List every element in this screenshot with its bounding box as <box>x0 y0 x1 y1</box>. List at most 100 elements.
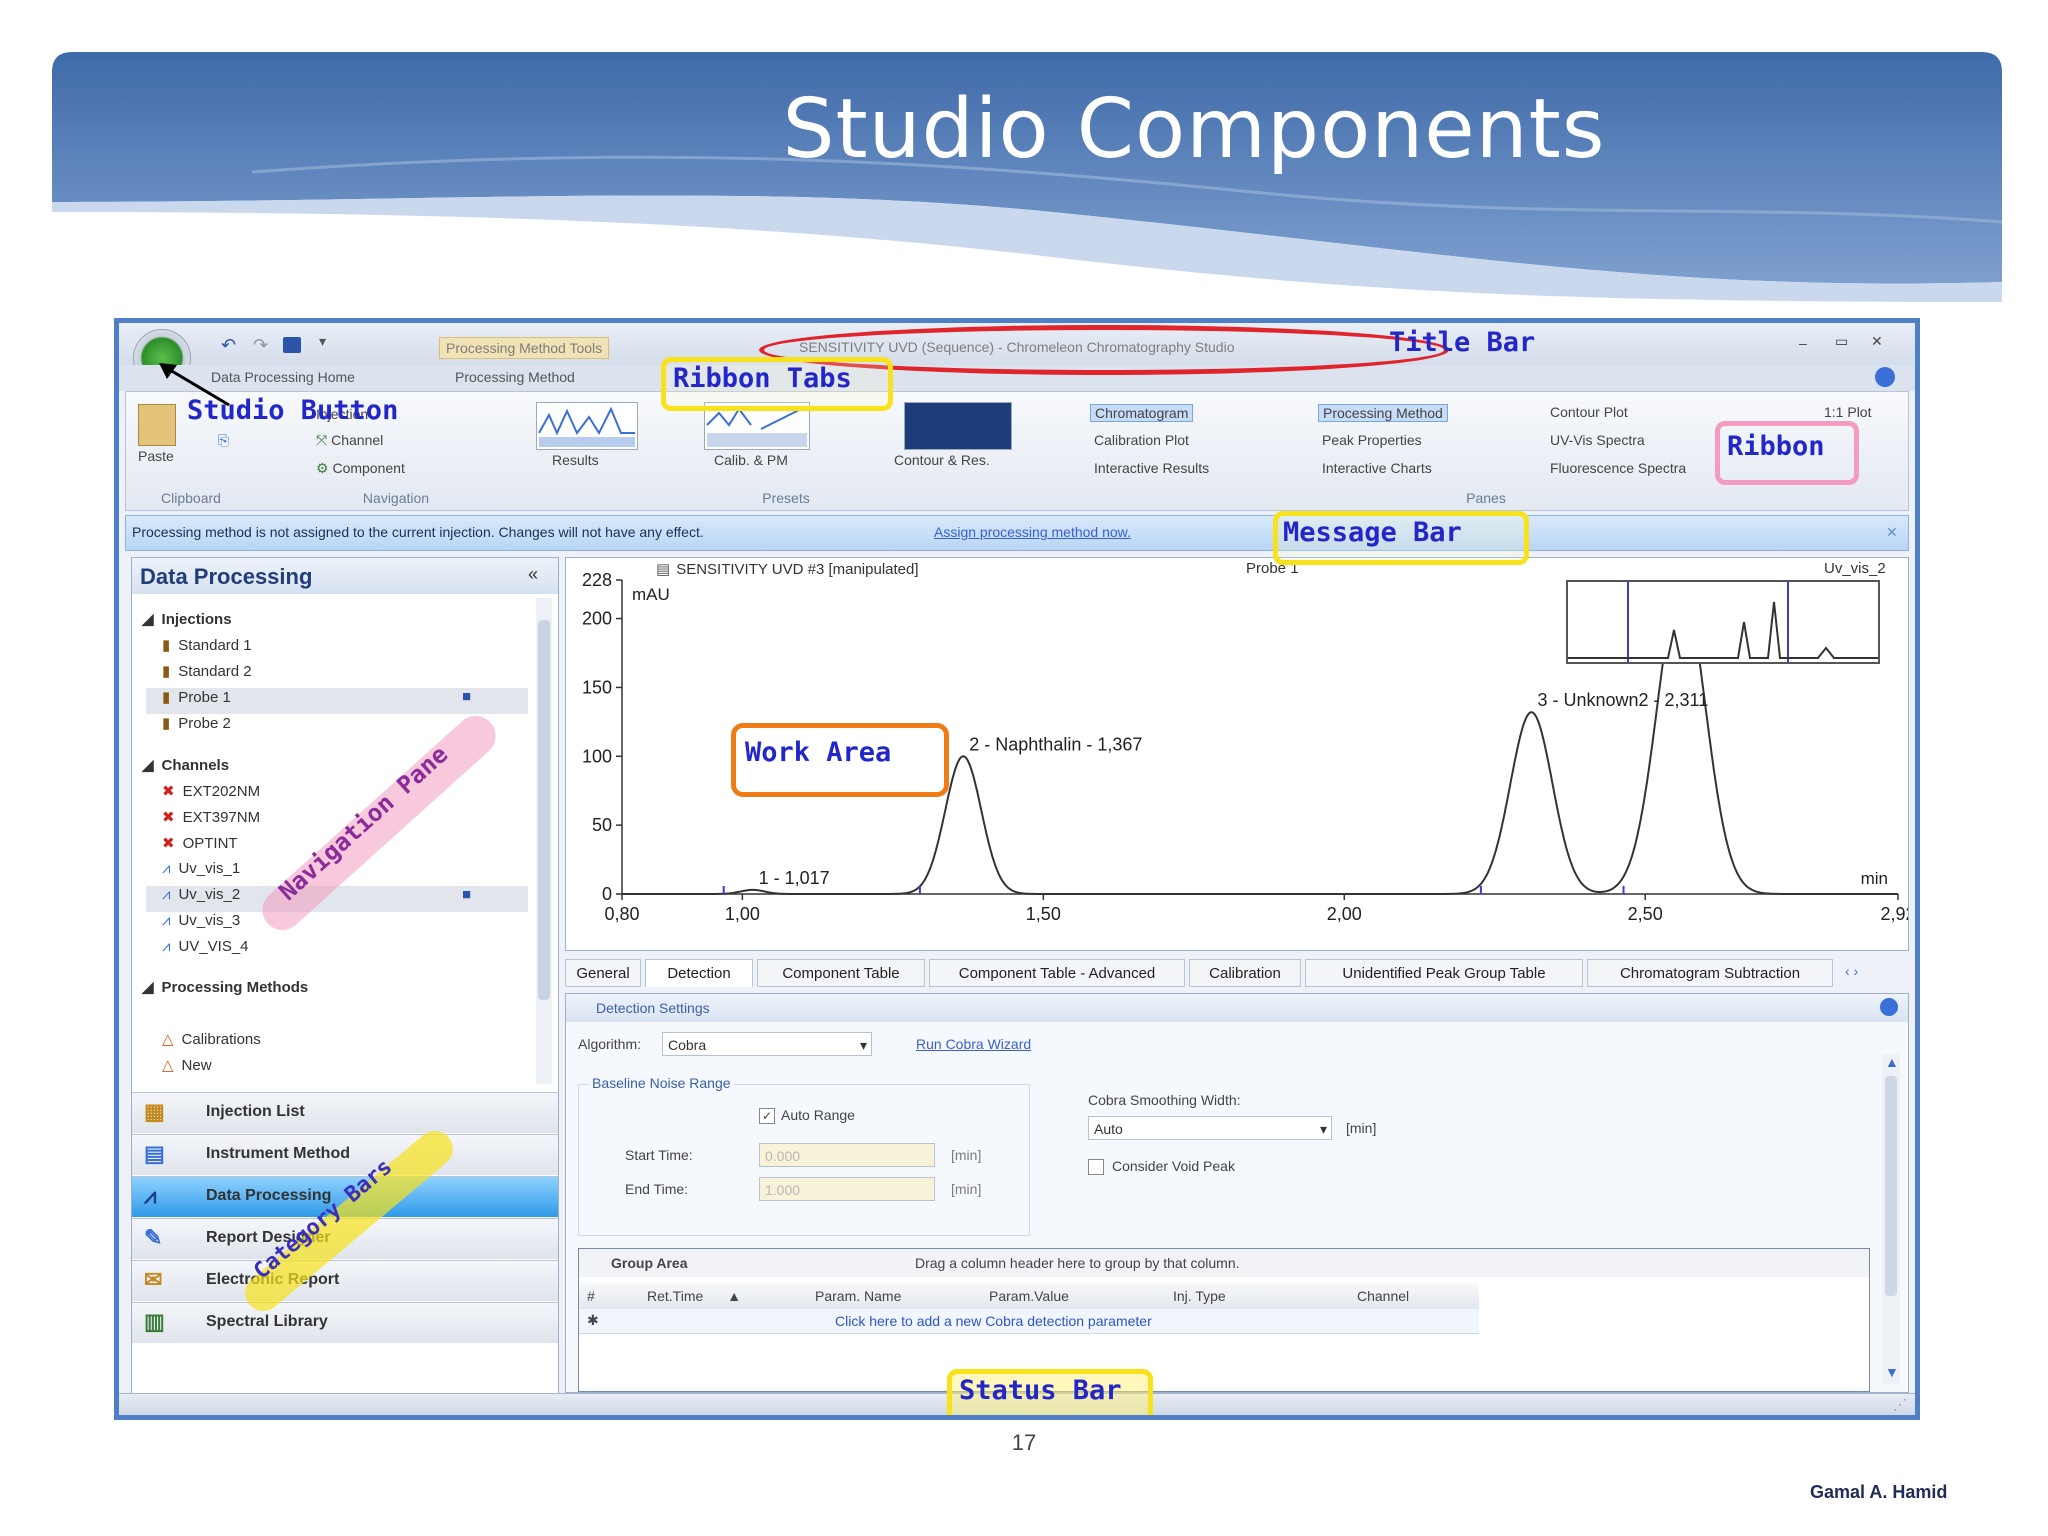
category-electronic-report[interactable]: ✉ Electronic Report <box>132 1260 558 1301</box>
end-time-input[interactable]: 1.000 <box>759 1177 935 1201</box>
channel-uv-vis-3[interactable]: ⩘ Uv_vis_3 <box>162 912 240 938</box>
col-param-name[interactable]: Param. Name <box>815 1288 901 1304</box>
algorithm-select[interactable]: Cobra ▾ <box>662 1032 872 1056</box>
nav-scroll-thumb[interactable] <box>538 620 550 1000</box>
collapse-section-icon[interactable] <box>1880 998 1898 1016</box>
run-cobra-wizard-link[interactable]: Run Cobra Wizard <box>916 1036 1031 1052</box>
nav-channel[interactable]: ⤧ Channel <box>316 432 383 449</box>
chromatogram-title: ▤ SENSITIVITY UVD #3 [manipulated] <box>656 560 919 578</box>
channel-optint[interactable]: ✖ OPTINT <box>162 834 238 860</box>
void-peak-checkbox[interactable]: Consider Void Peak <box>1088 1158 1235 1176</box>
tab-detection[interactable]: Detection <box>645 959 753 987</box>
pane-contour-plot[interactable]: Contour Plot <box>1550 404 1628 420</box>
injection-probe-1[interactable]: ▮ Probe 1 ■ <box>146 688 528 714</box>
start-time-label: Start Time: <box>625 1147 693 1163</box>
injection-standard-1[interactable]: ▮ Standard 1 <box>162 636 252 662</box>
smoothing-width-label: Cobra Smoothing Width: <box>1088 1092 1241 1108</box>
scroll-up-icon[interactable]: ▲ <box>1885 1054 1899 1070</box>
pane-1-1-plot[interactable]: 1:1 Plot <box>1824 404 1871 420</box>
injections-header[interactable]: ◢ Injections <box>132 610 232 636</box>
pane-chromatogram[interactable]: Chromatogram <box>1090 404 1194 422</box>
preset-contour-res[interactable]: Contour & Res. <box>894 452 990 468</box>
add-parameter-prompt[interactable]: Click here to add a new Cobra detection … <box>835 1313 1152 1329</box>
title-bar-annotation: Title Bar <box>1389 327 1536 358</box>
tab-processing-method[interactable]: Processing Method <box>455 369 575 385</box>
nav-component[interactable]: ⚙ Component <box>316 460 405 477</box>
nav-scrollbar[interactable] <box>536 598 552 1084</box>
category-injection-list[interactable]: ▦ Injection List <box>132 1092 558 1133</box>
message-bar: Processing method is not assigned to the… <box>125 515 1909 551</box>
tab-scroll-arrows-icon[interactable]: ‹ › <box>1845 963 1858 979</box>
tab-general[interactable]: General <box>565 959 641 987</box>
methods-header-label: Processing Methods <box>161 979 309 996</box>
message-bar-annotation: Message Bar <box>1283 517 1462 548</box>
channel-uv-vis-4[interactable]: ⩘ UV_VIS_4 <box>162 938 249 964</box>
pane-fluorescence-spectra[interactable]: Fluorescence Spectra <box>1550 460 1686 476</box>
pane-interactive-results[interactable]: Interactive Results <box>1094 460 1209 476</box>
channel-uv-vis-2[interactable]: ⩘ Uv_vis_2 ■ <box>146 886 528 912</box>
detection-scroll-thumb[interactable] <box>1885 1076 1897 1296</box>
methods-header[interactable]: ◢ Processing Methods <box>132 978 308 1004</box>
save-icon[interactable] <box>283 337 301 353</box>
assign-method-link[interactable]: Assign processing method now. <box>934 524 1131 540</box>
col-number[interactable]: # <box>587 1288 595 1304</box>
col-ret-time[interactable]: Ret.Time ▲ <box>647 1288 741 1304</box>
tab-component-table-advanced[interactable]: Component Table - Advanced <box>929 959 1185 987</box>
method-new[interactable]: △ New <box>162 1056 212 1082</box>
preset-calib-pm[interactable]: Calib. & PM <box>714 452 788 468</box>
col-inj-type[interactable]: Inj. Type <box>1173 1288 1226 1304</box>
pane-uv-vis-spectra[interactable]: UV-Vis Spectra <box>1550 432 1645 448</box>
tab-component-table[interactable]: Component Table <box>757 959 925 987</box>
redo-icon[interactable]: ↷ <box>253 335 268 356</box>
tab-unidentified-peak-group-table[interactable]: Unidentified Peak Group Table <box>1305 959 1583 987</box>
start-time-input[interactable]: 0.000 <box>759 1143 935 1167</box>
status-bar-annotation: Status Bar <box>959 1375 1122 1406</box>
collapse-pane-icon[interactable]: « <box>528 564 538 585</box>
paste-button[interactable]: Paste <box>138 448 174 464</box>
pane-interactive-charts[interactable]: Interactive Charts <box>1322 460 1432 476</box>
uv-channel-icon: ⩘ <box>162 886 171 903</box>
help-icon[interactable] <box>1875 367 1895 387</box>
message-text: Processing method is not assigned to the… <box>132 524 704 540</box>
qat-dropdown-icon[interactable]: ▾ <box>319 333 326 350</box>
copy-icon[interactable]: ⎘ <box>218 432 229 449</box>
smoothing-value: Auto <box>1094 1121 1123 1137</box>
scroll-down-icon[interactable]: ▼ <box>1885 1364 1899 1380</box>
channels-header[interactable]: ◢ Channels <box>132 756 229 782</box>
category-spectral-library[interactable]: ▥ Spectral Library <box>132 1302 558 1343</box>
detection-scrollbar[interactable]: ▲ ▼ <box>1882 1054 1900 1384</box>
new-row-icon: ✱ <box>587 1312 599 1328</box>
smoothing-width-select[interactable]: Auto ▾ <box>1088 1116 1332 1140</box>
contour-preset-thumb[interactable] <box>904 402 1012 450</box>
close-icon[interactable]: ✕ <box>1871 333 1883 350</box>
nav-pane-title: Data Processing <box>140 564 313 589</box>
results-preset-thumb[interactable] <box>536 402 638 450</box>
tab-calibration[interactable]: Calibration <box>1189 959 1301 987</box>
injection-standard-2[interactable]: ▮ Standard 2 <box>162 662 252 688</box>
col-param-value[interactable]: Param.Value <box>989 1288 1069 1304</box>
col-channel[interactable]: Channel <box>1357 1288 1409 1304</box>
injection-probe-2[interactable]: ▮ Probe 2 <box>162 714 231 740</box>
method-calibrations[interactable]: △ Calibrations <box>162 1030 261 1056</box>
vial-icon: ▮ <box>162 715 171 732</box>
channels-header-label: Channels <box>161 757 230 774</box>
auto-range-checkbox[interactable]: ✓ Auto Range <box>759 1107 855 1124</box>
resize-grip-icon[interactable]: ⋰ <box>1893 1396 1907 1413</box>
pane-calibration-plot[interactable]: Calibration Plot <box>1094 432 1189 448</box>
pane-processing-method[interactable]: Processing Method <box>1318 404 1448 422</box>
new-row[interactable]: ✱ Click here to add a new Cobra detectio… <box>579 1309 1479 1334</box>
pane-peak-properties[interactable]: Peak Properties <box>1322 432 1422 448</box>
channel-ext397nm[interactable]: ✖ EXT397NM <box>162 808 260 834</box>
uv-channel-icon: ⩘ <box>162 912 171 929</box>
processing-tabs: General Detection Component Table Compon… <box>565 959 1907 989</box>
tab-chromatogram-subtraction[interactable]: Chromatogram Subtraction <box>1587 959 1833 987</box>
channel-ext202nm[interactable]: ✖ EXT202NM <box>162 782 260 808</box>
category-instrument-method[interactable]: ▤ Instrument Method <box>132 1134 558 1175</box>
chart-overview-thumbnail[interactable] <box>1566 580 1880 664</box>
error-x-icon: ✖ <box>162 835 175 852</box>
preset-results[interactable]: Results <box>552 452 599 468</box>
maximize-icon[interactable]: ▭ <box>1835 333 1848 350</box>
message-close-icon[interactable]: ✕ <box>1886 524 1898 541</box>
channel-uv-vis-1[interactable]: ⩘ Uv_vis_1 <box>162 860 240 886</box>
minimize-icon[interactable]: – <box>1799 335 1807 351</box>
